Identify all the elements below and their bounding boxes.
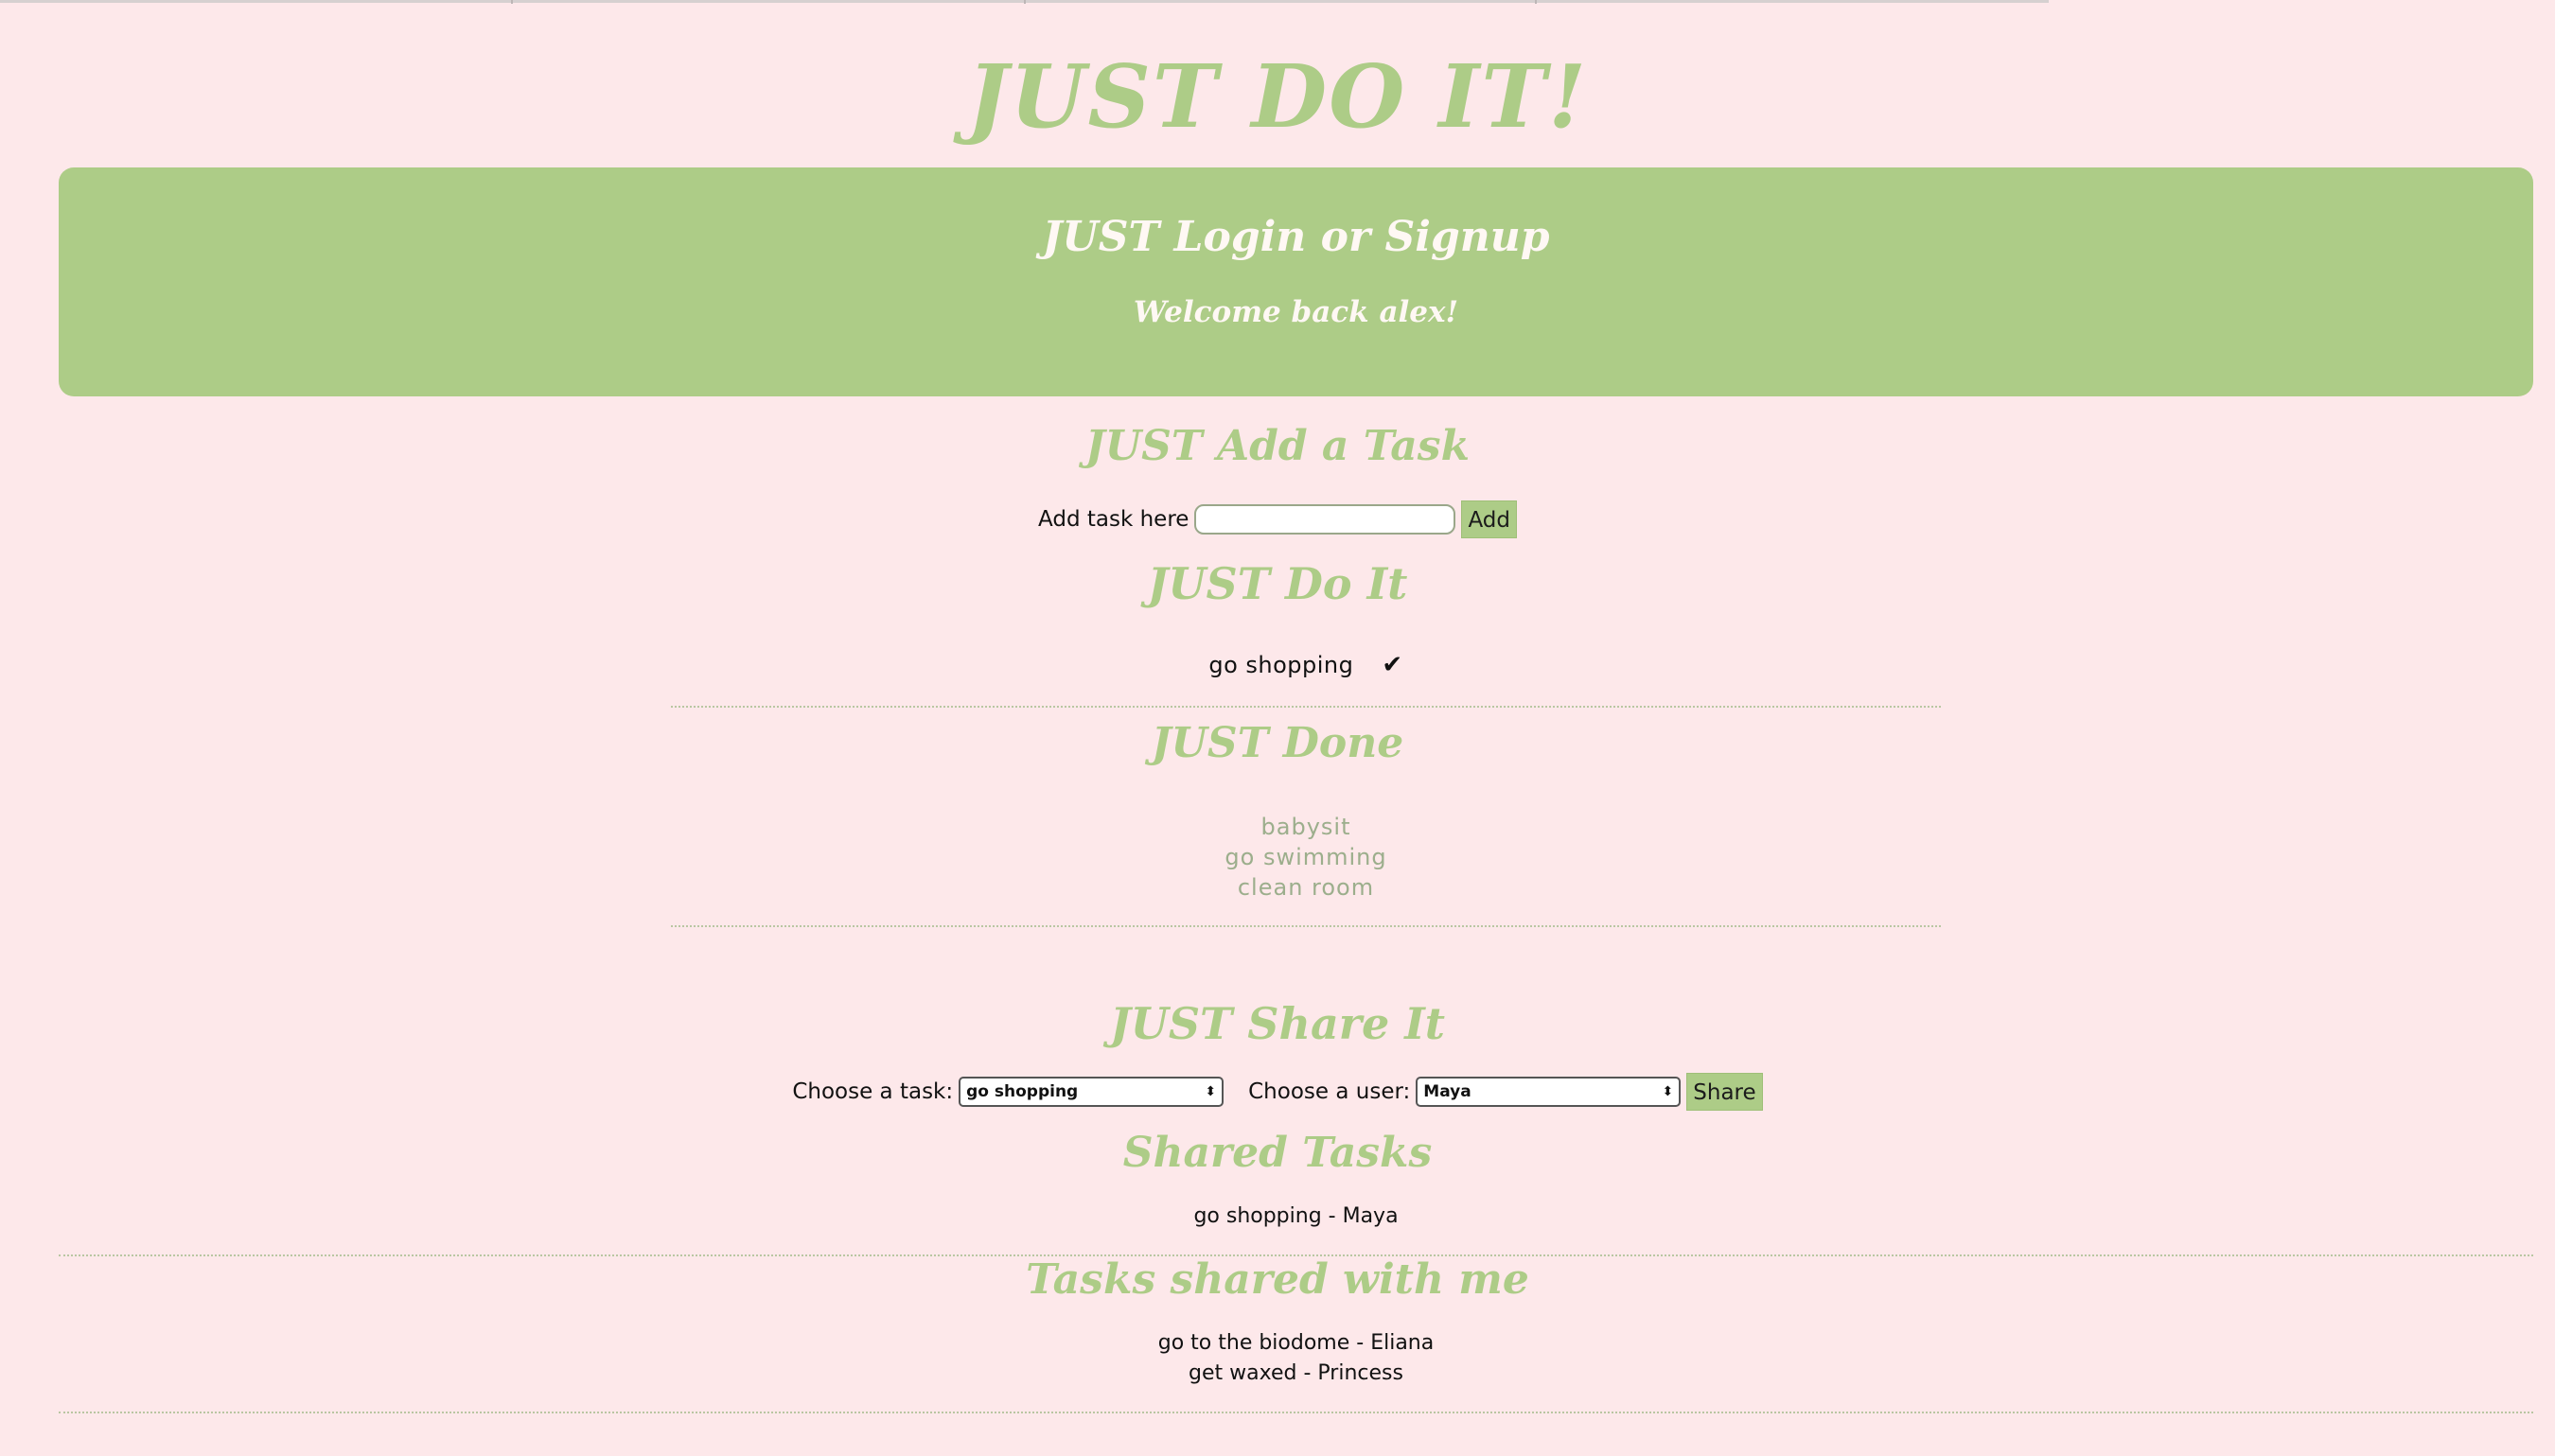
shared-with-me-list: go to the biodome - Eliana get waxed - P… [59,1306,2533,1413]
done-item: go swimming [1225,844,1387,870]
done-item: clean room [1237,874,1375,901]
task-select-value: go shopping [966,1082,1079,1101]
done-list: babysit go swimming clean room [671,793,1941,927]
task-select-label: Choose a task: [792,1079,954,1104]
add-task-button[interactable]: Add [1461,500,1517,538]
select-arrows-icon: ⬍ [1662,1084,1674,1099]
user-select-value: Maya [1423,1082,1471,1101]
shared-with-me-item: get waxed - Princess [1189,1361,1403,1385]
auth-banner: JUST Login or Signup Welcome back alex! [59,167,2533,396]
shared-task-item: go shopping - Maya [1193,1204,1399,1228]
select-arrows-icon: ⬍ [1205,1084,1217,1099]
done-item: babysit [1260,814,1351,840]
shared-with-me-item: go to the biodome - Eliana [1157,1331,1435,1355]
shared-with-me-heading: Tasks shared with me [1026,1255,1529,1304]
share-form: Choose a task: go shopping ⬍ Choose a us… [0,1073,2555,1111]
login-signup-heading[interactable]: JUST Login or Signup [59,213,2533,261]
done-heading: JUST Done [1151,719,1404,767]
tab-divider [1024,0,1026,4]
check-icon[interactable]: ✔ [1382,651,1402,679]
add-task-heading: JUST Add a Task [1084,422,1471,470]
todo-item: go shopping ✔ [671,651,1941,679]
todo-list: go shopping ✔ [671,634,1941,708]
add-task-label: Add task here [1038,507,1189,532]
share-heading: JUST Share It [1109,998,1446,1049]
shared-tasks-heading: Shared Tasks [1122,1129,1433,1177]
shared-tasks-list: go shopping - Maya [59,1183,2533,1256]
tab-divider [511,0,513,4]
welcome-message: Welcome back alex! [1133,295,1459,329]
page-title: JUST DO IT! [966,45,1589,148]
add-task-form: Add task here Add [0,500,2555,538]
todo-item-text: go shopping [1208,652,1354,678]
add-task-input[interactable] [1194,504,1456,535]
user-select-label: Choose a user: [1248,1079,1411,1104]
user-select[interactable]: Maya ⬍ [1416,1077,1682,1107]
todo-heading: JUST Do It [1147,558,1408,609]
tab-divider [1535,0,1537,4]
task-select[interactable]: go shopping ⬍ [959,1077,1225,1107]
share-button[interactable]: Share [1686,1073,1763,1111]
